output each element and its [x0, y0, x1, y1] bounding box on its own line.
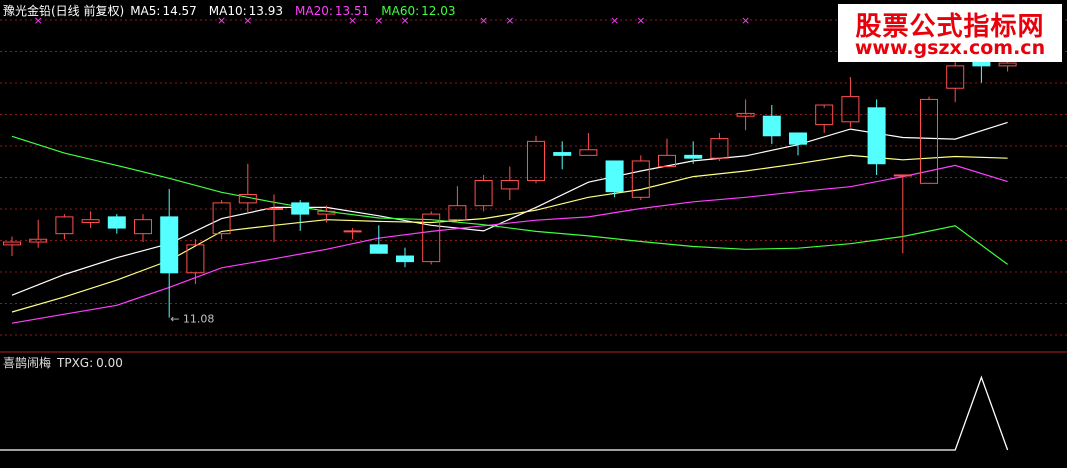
candle — [343, 228, 362, 240]
indicator-panel — [0, 375, 1009, 451]
logo-url: www.gszx.com.cn — [854, 37, 1046, 59]
candle-body-down — [291, 202, 310, 215]
candle-body-up — [631, 160, 650, 198]
ma10-label: MA10: — [208, 4, 247, 18]
candle — [579, 132, 598, 156]
candle-body-down — [762, 115, 781, 137]
candle-body-up — [422, 213, 441, 263]
candle-body-up — [527, 140, 545, 182]
ma20-value: 13.51 — [334, 4, 370, 18]
indicator-value: 0.00 — [96, 356, 123, 370]
candle-body-up — [946, 65, 965, 89]
ma60-value: 12.03 — [421, 4, 456, 18]
candle-body-up — [317, 210, 336, 215]
candlestick-series — [3, 43, 1017, 318]
candle-body-up — [343, 230, 362, 233]
candle-body-up — [893, 174, 912, 177]
annotations: ← 11.08 — [170, 313, 214, 326]
candle — [605, 160, 624, 198]
indicator-header: 喜鹊闹梅 TPXG: 0.00 — [3, 354, 129, 371]
candle — [55, 214, 74, 240]
candle — [212, 200, 231, 240]
candle-body-up — [265, 207, 283, 210]
candle-body-down — [684, 154, 703, 159]
signal-marker: × — [505, 14, 514, 27]
ma20-label: MA20: — [295, 4, 333, 18]
candle-body-up — [998, 62, 1017, 67]
candle-body-down — [160, 216, 179, 274]
candle-body-up — [500, 180, 519, 190]
candle — [29, 219, 48, 248]
ma5-label: MA5: — [130, 4, 161, 18]
candle-body-up — [474, 180, 493, 207]
candle — [160, 188, 179, 318]
candle-body-up — [55, 216, 74, 235]
candle — [291, 200, 310, 231]
low-price-annotation: ← 11.08 — [170, 313, 214, 326]
candle-body-up — [710, 138, 729, 159]
signal-marker: × — [741, 14, 750, 27]
candle-body-down — [789, 132, 807, 145]
candle-body-down — [369, 244, 388, 254]
candle-body-down — [107, 216, 126, 229]
candle — [396, 247, 414, 268]
ma5-legend: MA5: 14.57 — [130, 4, 203, 18]
candle — [3, 236, 21, 257]
candle-body-down — [867, 107, 886, 165]
price-grid — [0, 19, 1067, 353]
candle-body-up — [81, 219, 100, 223]
ma60-legend: MA60: 12.03 — [381, 4, 461, 18]
candle — [789, 132, 807, 156]
candle — [815, 104, 834, 133]
ma10-value: 13.93 — [248, 4, 284, 18]
price-header: 豫光金铅(日线 前复权) MA5: 14.57 MA10: 13.93 MA20: 13.5… — [3, 2, 468, 19]
candle-body-up — [3, 241, 21, 246]
stock-chart[interactable]: × × × × × × × × × × × ← 11.08 — [0, 0, 1067, 468]
ma10-legend: MA10: 13.93 — [209, 4, 289, 18]
candle-body-up — [29, 238, 48, 243]
candle — [448, 186, 467, 223]
ma20-legend: MA20: 13.51 — [295, 4, 375, 18]
candle-body-up — [579, 149, 598, 156]
candle — [500, 166, 519, 201]
candle — [893, 174, 912, 254]
indicator-label: TPXG: — [57, 356, 94, 370]
candle-body-up — [134, 219, 152, 235]
candle — [867, 99, 886, 175]
candle — [710, 132, 729, 161]
indicator-name: 喜鹊闹梅 — [3, 356, 52, 370]
ma5-value: 14.57 — [162, 4, 197, 18]
candle — [134, 214, 152, 243]
watermark-logo: 股票公式指标网 www.gszx.com.cn — [838, 4, 1062, 62]
candle-body-up — [841, 96, 860, 123]
signal-marker: × — [479, 14, 488, 27]
tpxg-line — [0, 375, 1009, 451]
signal-marker: × — [610, 14, 619, 27]
stock-name: 豫光金铅(日线 前复权) — [3, 4, 125, 18]
candle-body-up — [448, 205, 467, 221]
candle-body-down — [605, 160, 624, 193]
candle — [841, 77, 860, 128]
candle — [658, 138, 676, 168]
candle — [474, 174, 493, 212]
candle — [107, 214, 126, 234]
signal-marker: × — [636, 14, 645, 27]
candle — [238, 163, 257, 215]
ma60-label: MA60: — [381, 4, 420, 18]
candle-body-down — [396, 255, 414, 263]
candle — [81, 211, 100, 229]
candle-body-down — [553, 152, 572, 156]
candle — [527, 135, 545, 184]
candle — [762, 105, 781, 145]
